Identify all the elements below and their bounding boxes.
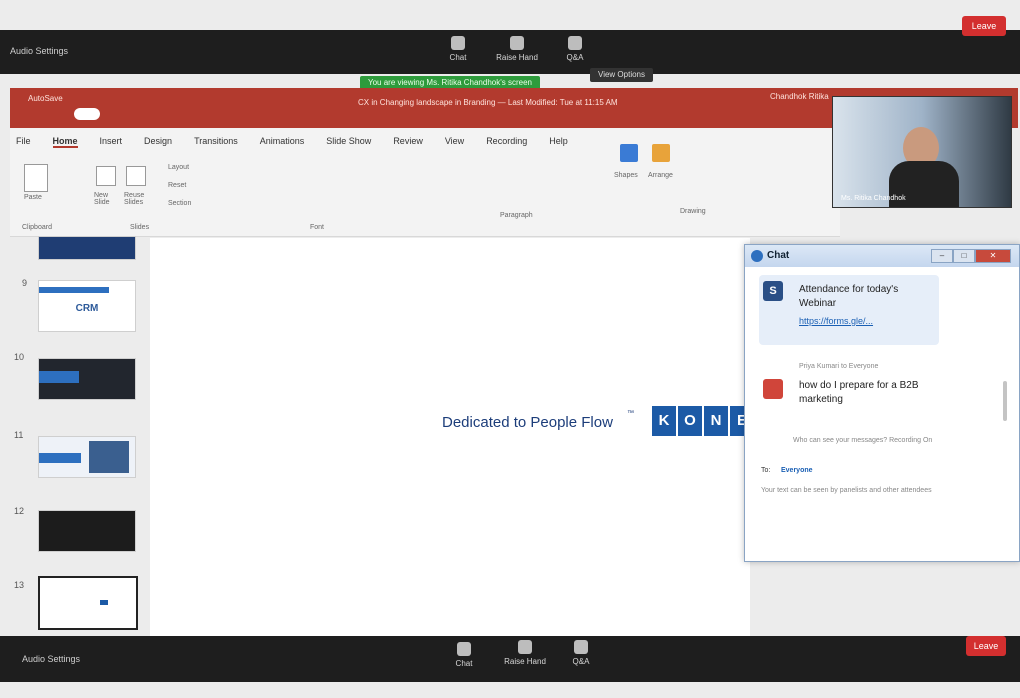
speaker-video: Ms. Ritika Chandhok: [832, 96, 1012, 208]
section-button[interactable]: Section: [168, 200, 191, 207]
clipboard-group-label: Clipboard: [22, 224, 52, 231]
font-group-label: Font: [310, 224, 325, 231]
tab-insert[interactable]: Insert: [100, 136, 123, 148]
chat-window: Chat – □ ✕ S Attendance for today's Webi…: [744, 244, 1020, 562]
chat-icon: [451, 36, 465, 50]
to-label: To:: [761, 467, 771, 474]
chat-title: Chat: [767, 250, 790, 261]
shapes-icon[interactable]: [620, 144, 638, 162]
raise-hand-button[interactable]: Raise Hand: [500, 640, 550, 666]
qa-button[interactable]: Q&A: [560, 36, 590, 62]
new-slide-button[interactable]: New Slide: [94, 192, 124, 206]
avatar: S: [763, 281, 783, 301]
slide-thumb-label: CRM: [75, 303, 99, 314]
slide-thumbnail[interactable]: CRM: [38, 280, 136, 332]
user-name: Chandhok Ritika: [770, 92, 829, 101]
paste-label: Paste: [24, 194, 42, 201]
audio-settings-button[interactable]: Audio Settings: [22, 654, 80, 664]
reset-button[interactable]: Reset: [168, 182, 186, 189]
message-text: Attendance for today's Webinar: [799, 284, 899, 309]
tab-animations[interactable]: Animations: [260, 136, 305, 148]
reuse-slides-icon[interactable]: [126, 166, 146, 186]
layout-button[interactable]: Layout: [168, 164, 189, 171]
kone-letter: K: [652, 406, 676, 436]
hand-icon: [510, 36, 524, 50]
zoom-bottom-toolbar: Audio Settings Chat Raise Hand Q&A Leave: [0, 636, 1020, 682]
raise-hand-button[interactable]: Raise Hand: [492, 36, 542, 62]
autosave-label: AutoSave: [28, 94, 63, 103]
chat-input[interactable]: Your text can be seen by panelists and o…: [761, 487, 1009, 494]
ribbon: File Home Insert Design Transitions Anim…: [10, 128, 840, 237]
slides-group-label: Slides: [130, 224, 150, 231]
chat-scrollbar[interactable]: [1003, 381, 1007, 421]
who-can-see-link[interactable]: Who can see your messages? Recording On: [793, 437, 932, 444]
tab-recording[interactable]: Recording: [486, 136, 527, 148]
minimize-button[interactable]: –: [931, 249, 953, 263]
drawing-group-label: Drawing: [680, 208, 706, 215]
close-button[interactable]: ✕: [975, 249, 1011, 263]
reuse-slides-button[interactable]: Reuse Slides: [124, 192, 158, 206]
arrange-button[interactable]: Arrange: [648, 172, 673, 179]
qa-icon: [568, 36, 582, 50]
slide-thumbnail[interactable]: [38, 510, 136, 552]
autosave-toggle[interactable]: [74, 108, 100, 120]
slide-number: 13: [14, 580, 25, 590]
slide-thumbnail-selected[interactable]: [38, 576, 138, 630]
qa-button[interactable]: Q&A: [566, 640, 596, 666]
chat-message: S Attendance for today's Webinar https:/…: [759, 275, 939, 345]
chat-button[interactable]: Chat: [448, 642, 480, 668]
ribbon-tabs: File Home Insert Design Transitions Anim…: [16, 136, 636, 148]
zoom-top-toolbar: Audio Settings Chat Raise Hand Q&A Leave: [0, 16, 1020, 74]
tab-file[interactable]: File: [16, 136, 31, 148]
shapes-button[interactable]: Shapes: [614, 172, 638, 179]
message-link[interactable]: https://forms.gle/...: [799, 315, 929, 328]
kone-letter: O: [678, 406, 702, 436]
slide-thumbnail[interactable]: [38, 236, 136, 260]
slide-thumbnail[interactable]: [38, 436, 136, 478]
recipient-select[interactable]: Everyone: [781, 467, 813, 474]
slide-canvas[interactable]: Dedicated to People Flow ™ K O N E: [150, 238, 754, 636]
chat-button[interactable]: Chat: [440, 36, 476, 62]
kone-letter: N: [704, 406, 728, 436]
tab-design[interactable]: Design: [144, 136, 172, 148]
trademark-mark: ™: [627, 410, 634, 417]
kone-logo: K O N E: [652, 406, 754, 436]
audio-settings-button[interactable]: Audio Settings: [10, 46, 68, 56]
paste-icon[interactable]: [24, 164, 48, 192]
slide-thumbnail[interactable]: [38, 358, 136, 400]
view-options-button[interactable]: View Options: [590, 68, 653, 82]
speaker-name: Ms. Ritika Chandhok: [841, 195, 906, 202]
tab-help[interactable]: Help: [549, 136, 568, 148]
hand-icon: [518, 640, 532, 654]
paragraph-group-label: Paragraph: [500, 212, 533, 219]
message-text: how do I prepare for a B2B marketing: [799, 380, 919, 405]
slide-number: 11: [14, 430, 24, 440]
chat-icon: [457, 642, 471, 656]
chat-title-bar: Chat – □ ✕: [745, 245, 1019, 267]
maximize-button[interactable]: □: [953, 249, 975, 263]
slide-number: 9: [22, 278, 28, 288]
document-title: CX in Changing landscape in Branding — L…: [358, 98, 618, 107]
slide-panel: 9 CRM 10 11 12 13: [14, 236, 138, 636]
tab-review[interactable]: Review: [393, 136, 423, 148]
arrange-icon[interactable]: [652, 144, 670, 162]
tab-view[interactable]: View: [445, 136, 464, 148]
slide-number: 10: [14, 352, 25, 362]
zoom-chat-icon: [751, 250, 763, 262]
qa-icon: [574, 640, 588, 654]
new-slide-icon[interactable]: [96, 166, 116, 186]
leave-button[interactable]: Leave: [962, 16, 1006, 36]
slide-number: 12: [14, 506, 25, 516]
leave-button[interactable]: Leave: [966, 636, 1006, 656]
kone-tagline: Dedicated to People Flow: [442, 414, 613, 431]
tab-home[interactable]: Home: [52, 136, 78, 148]
avatar: [763, 379, 783, 399]
tab-transitions[interactable]: Transitions: [194, 136, 238, 148]
tab-slide-show[interactable]: Slide Show: [326, 136, 371, 148]
sender-line: Priya Kumari to Everyone: [799, 363, 879, 370]
